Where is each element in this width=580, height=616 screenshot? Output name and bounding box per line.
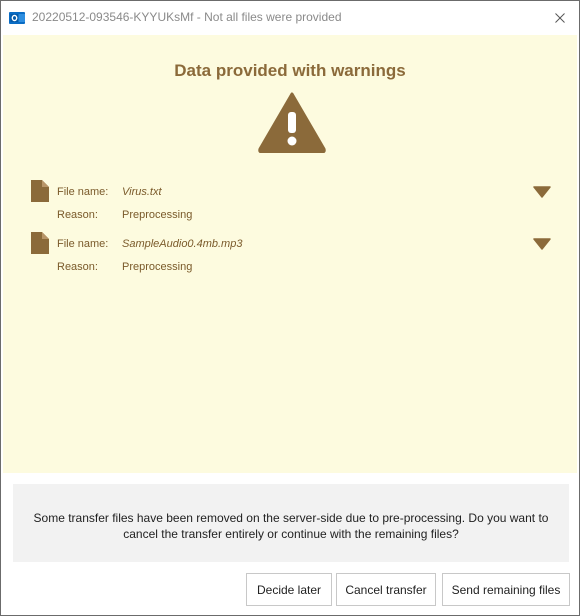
message-text: Some transfer files have been removed on… [33, 511, 549, 541]
reason-label: Reason: [57, 209, 98, 221]
window-title: 20220512-093546-KYYUKsMf - Not all files… [32, 10, 342, 24]
document-icon [31, 232, 49, 254]
file-name-label: File name: [57, 186, 109, 198]
warning-panel: Data provided with warnings File name: V… [3, 35, 577, 473]
file-name-value: SampleAudio0.4mb.mp3 [122, 238, 243, 250]
warning-heading: Data provided with warnings [174, 61, 406, 80]
dialog-window: 20220512-093546-KYYUKsMf - Not all files… [0, 0, 580, 616]
chevron-down-icon[interactable] [533, 186, 551, 198]
chevron-down-icon[interactable] [533, 238, 551, 250]
file-entry: File name: SampleAudio0.4mb.mp3 Reason: … [3, 232, 577, 278]
document-icon [31, 180, 49, 202]
file-name-value: Virus.txt [122, 186, 162, 198]
decide-later-button[interactable]: Decide later [246, 573, 332, 606]
close-icon [555, 13, 565, 23]
title-bar: 20220512-093546-KYYUKsMf - Not all files… [1, 1, 579, 35]
message-panel: Some transfer files have been removed on… [13, 484, 569, 562]
file-name-label: File name: [57, 238, 109, 250]
close-button[interactable] [547, 5, 573, 31]
reason-value: Preprocessing [122, 209, 193, 221]
reason-label: Reason: [57, 261, 98, 273]
cancel-transfer-button[interactable]: Cancel transfer [336, 573, 436, 606]
reason-value: Preprocessing [122, 261, 193, 273]
file-entry: File name: Virus.txt Reason: Preprocessi… [3, 180, 577, 226]
send-remaining-files-button[interactable]: Send remaining files [442, 573, 570, 606]
warning-triangle-icon [258, 92, 326, 153]
outlook-icon [9, 12, 25, 24]
